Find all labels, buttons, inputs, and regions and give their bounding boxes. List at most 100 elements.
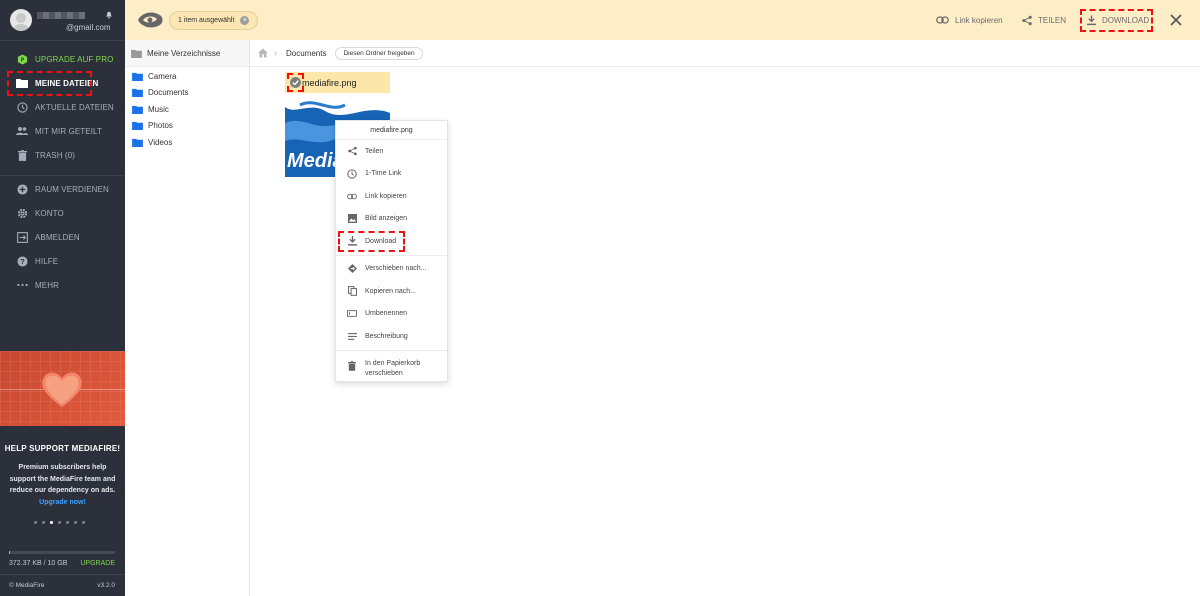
version: v3.2.0	[97, 582, 115, 589]
menu-item-one-time-link[interactable]: 1-Time Link	[336, 163, 447, 186]
tree-item-photos[interactable]: Photos	[125, 118, 249, 135]
menu-divider	[336, 349, 447, 351]
menu-item-view-image[interactable]: Bild anzeigen	[336, 208, 447, 231]
sidebar-item-label: KONTO	[35, 208, 64, 218]
sidebar-item-account[interactable]: KONTO	[0, 201, 125, 225]
heart-icon	[42, 372, 82, 407]
copy-icon	[347, 286, 357, 297]
tree-item-music[interactable]: Music	[125, 101, 249, 118]
share-folder-button[interactable]: Diesen Ordner freigeben	[335, 46, 423, 60]
menu-item-label: Kopieren nach...	[365, 287, 416, 295]
tree-item-label: Camera	[148, 71, 177, 81]
close-icon[interactable]	[1169, 13, 1183, 27]
clear-selection-icon[interactable]: ×	[240, 16, 250, 25]
folder-icon	[132, 89, 143, 98]
help-title: HELP SUPPORT MEDIAFIRE!	[4, 444, 121, 453]
account-header[interactable]: @gmail.com	[0, 0, 125, 40]
sidebar-item-more[interactable]: MEHR	[0, 273, 125, 297]
menu-item-label: Verschieben nach...	[365, 265, 427, 273]
carousel-dot[interactable]	[74, 521, 77, 524]
people-icon	[16, 125, 28, 137]
svg-text:?: ?	[20, 256, 25, 265]
carousel-dot[interactable]	[82, 521, 85, 524]
avatar[interactable]	[10, 9, 32, 31]
carousel-dot[interactable]	[34, 521, 37, 524]
share-icon	[1022, 15, 1032, 26]
promo-banner[interactable]	[0, 351, 125, 426]
sidebar-item-label: RAUM VERDIENEN	[35, 184, 109, 194]
sidebar-item-label: MIT MIR GETEILT	[35, 126, 102, 136]
folder-tree: Meine Verzeichnisse Camera Documents Mus…	[125, 40, 250, 596]
folder-icon	[132, 138, 143, 147]
sidebar-divider	[0, 574, 125, 575]
help-text: Premium subscribers help support the Med…	[6, 462, 119, 508]
menu-item-copy-to[interactable]: Kopieren nach...	[336, 280, 447, 303]
breadcrumb-current: Documents	[286, 48, 327, 58]
highlight-box	[338, 231, 405, 252]
tree-root[interactable]: Meine Verzeichnisse	[125, 40, 249, 67]
sidebar-item-label: ABMELDEN	[35, 232, 80, 242]
highlight-box	[1080, 9, 1153, 32]
clock-icon	[347, 169, 357, 179]
chevron-right-icon: ›	[274, 48, 277, 58]
sidebar-item-trash[interactable]: TRASH (0)	[0, 143, 125, 167]
bell-icon[interactable]	[105, 11, 113, 19]
sidebar-item-shared[interactable]: MIT MIR GETEILT	[0, 119, 125, 143]
menu-item-move[interactable]: Verschieben nach...	[336, 258, 447, 281]
menu-item-move-to-trash[interactable]: In den Papierkorb verschieben	[336, 353, 447, 383]
sidebar-item-label: HILFE	[35, 256, 59, 266]
tree-item-videos[interactable]: Videos	[125, 134, 249, 151]
sidebar-item-recent[interactable]: AKTUELLE DATEIEN	[0, 95, 125, 119]
copy-link-label: Link kopieren	[955, 15, 1003, 25]
menu-item-label: Beschreibung	[365, 332, 408, 340]
sidebar-item-upgrade[interactable]: P UPGRADE AUF PRO	[0, 47, 125, 71]
trash-icon	[347, 360, 357, 371]
upgrade-now-link[interactable]: Upgrade now!	[39, 499, 86, 506]
sidebar-divider	[0, 175, 125, 176]
share-label: TEILEN	[1038, 15, 1067, 25]
sidebar-item-label: MEHR	[35, 280, 59, 290]
logout-icon	[16, 231, 28, 243]
tree-item-label: Photos	[148, 121, 173, 131]
top-bar: 1 item ausgewählt × Link kopieren TEILEN…	[125, 0, 1200, 40]
menu-item-rename[interactable]: Umbenennen	[336, 303, 447, 326]
carousel-dot[interactable]	[66, 521, 69, 524]
folder-icon	[132, 105, 143, 114]
highlight-box	[7, 71, 92, 96]
breadcrumb: › Documents Diesen Ordner freigeben	[250, 40, 1200, 67]
link-icon	[347, 191, 357, 201]
email-redacted	[37, 12, 85, 19]
menu-item-description[interactable]: Beschreibung	[336, 325, 447, 348]
sidebar-item-logout[interactable]: ABMELDEN	[0, 225, 125, 249]
gear-icon	[16, 207, 28, 219]
copy-link-button[interactable]: Link kopieren	[936, 0, 1003, 40]
rename-icon	[347, 309, 357, 319]
carousel-dot[interactable]	[58, 521, 61, 524]
menu-item-label: Link kopieren	[365, 192, 407, 200]
tree-item-documents[interactable]: Documents	[125, 85, 249, 102]
trash-icon	[16, 149, 28, 161]
upgrade-link[interactable]: UPGRADE	[80, 560, 115, 567]
selection-pill[interactable]: 1 item ausgewählt ×	[169, 11, 259, 30]
menu-item-label: 1-Time Link	[365, 170, 402, 178]
mediafire-logo[interactable]	[136, 10, 164, 30]
carousel-dots[interactable]	[34, 521, 85, 524]
carousel-dot[interactable]	[50, 521, 53, 524]
storage-fill	[9, 551, 10, 554]
sidebar-item-label: AKTUELLE DATEIEN	[35, 102, 114, 112]
menu-item-copy-link[interactable]: Link kopieren	[336, 185, 447, 208]
share-button[interactable]: TEILEN	[1022, 0, 1066, 40]
menu-item-share[interactable]: Teilen	[336, 140, 447, 163]
folder-icon	[131, 49, 142, 58]
move-icon	[347, 264, 357, 274]
menu-divider	[336, 254, 447, 256]
sidebar-item-earn-space[interactable]: RAUM VERDIENEN	[0, 177, 125, 201]
sidebar-item-help[interactable]: ? HILFE	[0, 249, 125, 273]
pro-badge-icon: P	[16, 53, 28, 65]
tree-item-camera[interactable]: Camera	[125, 68, 249, 85]
home-icon[interactable]	[258, 48, 268, 58]
list-icon	[347, 331, 357, 341]
selection-count: 1 item ausgewählt	[178, 17, 235, 24]
carousel-dot[interactable]	[42, 521, 45, 524]
tree-item-label: Videos	[148, 137, 173, 147]
